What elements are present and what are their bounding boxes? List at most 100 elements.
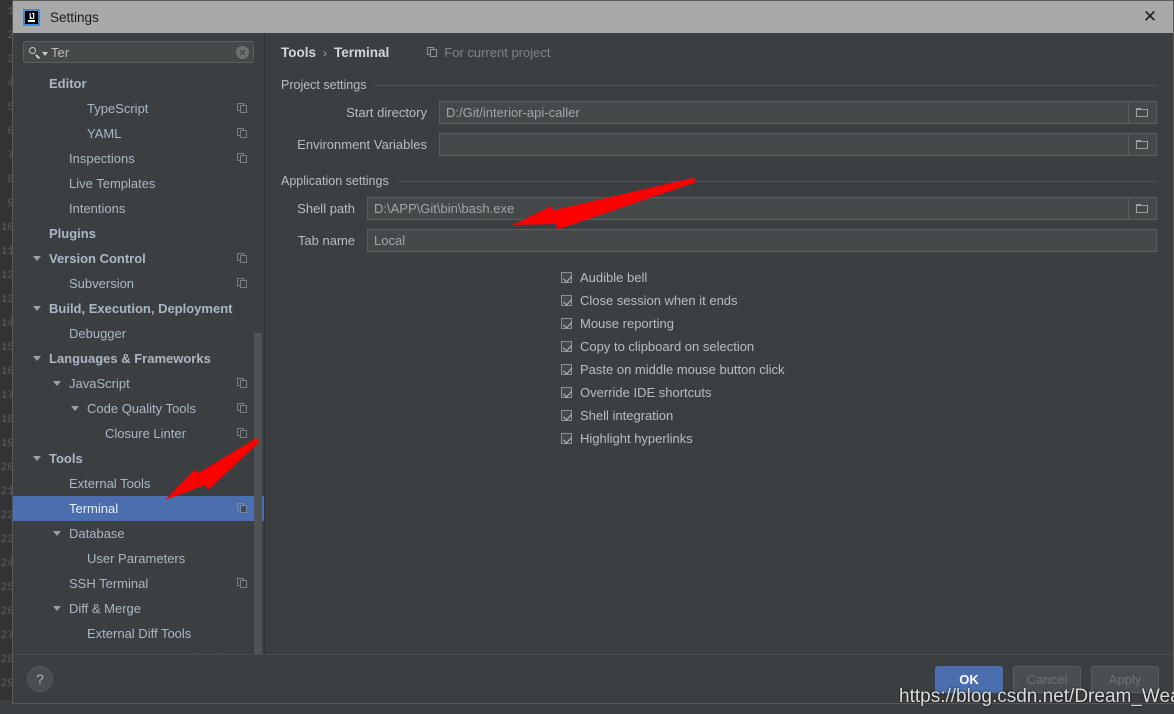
tree-item-yaml[interactable]: YAML — [13, 121, 264, 146]
checkbox-row[interactable]: Override IDE shortcuts — [265, 381, 1173, 404]
checkbox-label: Shell integration — [580, 408, 673, 423]
tree-item-label: Closure Linter — [105, 426, 186, 441]
checkbox-row[interactable]: Close session when it ends — [265, 289, 1173, 312]
checkbox-row[interactable]: Copy to clipboard on selection — [265, 335, 1173, 358]
environment-variables-label: Environment Variables — [281, 137, 427, 152]
section-application-settings-label: Application settings — [281, 174, 389, 188]
tree-item-plugins[interactable]: Plugins — [13, 221, 264, 246]
folder-icon — [1136, 108, 1149, 118]
copy-settings-icon[interactable] — [237, 253, 248, 264]
start-directory-browse-button[interactable] — [1129, 101, 1157, 124]
checkbox-copy-to-clipboard-on-selection[interactable] — [561, 341, 572, 352]
help-button[interactable]: ? — [27, 666, 53, 692]
checkbox-paste-on-middle-mouse-button-click[interactable] — [561, 364, 572, 375]
search-input[interactable] — [51, 45, 236, 60]
checkbox-row[interactable]: Highlight hyperlinks — [265, 427, 1173, 450]
chevron-down-icon[interactable] — [53, 531, 61, 536]
breadcrumb-separator: › — [323, 46, 327, 60]
shell-path-browse-button[interactable] — [1129, 197, 1157, 220]
environment-variables-browse-button[interactable] — [1129, 133, 1157, 156]
tree-item-build-execution-deployment[interactable]: Build, Execution, Deployment — [13, 296, 264, 321]
settings-tree-pane: EditorTypeScript YAML InspectionsLive Temp… — [13, 33, 265, 654]
section-application-settings: Application settings — [281, 174, 1157, 188]
tab-name-input[interactable]: Local — [367, 229, 1157, 252]
section-divider — [375, 85, 1157, 86]
breadcrumb-root[interactable]: Tools — [281, 45, 316, 60]
chevron-down-icon[interactable] — [71, 406, 79, 411]
tree-item-code-quality-tools[interactable]: Code Quality Tools — [13, 396, 264, 421]
checkbox-label: Override IDE shortcuts — [580, 385, 712, 400]
chevron-down-icon[interactable] — [33, 256, 41, 261]
tree-scrollbar[interactable] — [254, 333, 262, 654]
copy-settings-icon[interactable] — [237, 378, 248, 389]
start-directory-input[interactable]: D:/Git/interior-api-caller — [439, 101, 1129, 124]
copy-settings-icon[interactable] — [237, 128, 248, 139]
tree-item-intentions[interactable]: Intentions — [13, 196, 264, 221]
tree-item-remote-ssh-external-tools[interactable]: Remote SSH External Tools — [13, 646, 264, 654]
scope-note[interactable]: For current project — [427, 45, 550, 60]
chevron-down-icon[interactable] — [53, 381, 61, 386]
checkbox-row[interactable]: Mouse reporting — [265, 312, 1173, 335]
checkbox-close-session-when-it-ends[interactable] — [561, 295, 572, 306]
section-project-settings-label: Project settings — [281, 78, 366, 92]
tree-item-label: Database — [69, 526, 125, 541]
chevron-down-icon[interactable] — [53, 606, 61, 611]
copy-settings-icon[interactable] — [237, 403, 248, 414]
tree-item-external-diff-tools[interactable]: External Diff Tools — [13, 621, 264, 646]
tree-item-diff-merge[interactable]: Diff & Merge — [13, 596, 264, 621]
shell-path-row: Shell path D:\APP\Git\bin\bash.exe — [281, 197, 1157, 220]
checkbox-mouse-reporting[interactable] — [561, 318, 572, 329]
copy-settings-icon[interactable] — [237, 503, 248, 514]
checkbox-override-ide-shortcuts[interactable] — [561, 387, 572, 398]
copy-settings-icon[interactable] — [237, 153, 248, 164]
folder-icon — [1136, 204, 1149, 214]
shell-path-input[interactable]: D:\APP\Git\bin\bash.exe — [367, 197, 1129, 220]
tree-item-label: User Parameters — [87, 551, 185, 566]
tree-item-external-tools[interactable]: External Tools — [13, 471, 264, 496]
chevron-down-icon[interactable] — [33, 456, 41, 461]
tree-item-subversion[interactable]: Subversion — [13, 271, 264, 296]
copy-settings-icon[interactable] — [237, 428, 248, 439]
tree-item-languages-frameworks[interactable]: Languages & Frameworks — [13, 346, 264, 371]
tree-item-label: YAML — [87, 126, 121, 141]
search-box[interactable] — [23, 41, 254, 63]
tree-item-version-control[interactable]: Version Control — [13, 246, 264, 271]
clear-circle-icon[interactable] — [236, 46, 249, 59]
tree-item-ssh-terminal[interactable]: SSH Terminal — [13, 571, 264, 596]
copy-settings-icon — [427, 47, 438, 58]
tree-item-javascript[interactable]: JavaScript — [13, 371, 264, 396]
tree-item-editor[interactable]: Editor — [13, 71, 264, 96]
checkbox-row[interactable]: Audible bell — [265, 266, 1173, 289]
tree-item-database[interactable]: Database — [13, 521, 264, 546]
tree-item-closure-linter[interactable]: Closure Linter — [13, 421, 264, 446]
chevron-down-icon[interactable] — [33, 306, 41, 311]
settings-tree[interactable]: EditorTypeScript YAML InspectionsLive Temp… — [13, 71, 264, 654]
tree-item-label: Languages & Frameworks — [49, 351, 211, 366]
tree-item-label: JavaScript — [69, 376, 130, 391]
copy-settings-icon[interactable] — [237, 278, 248, 289]
checkbox-highlight-hyperlinks[interactable] — [561, 433, 572, 444]
checkbox-row[interactable]: Shell integration — [265, 404, 1173, 427]
breadcrumb: Tools › Terminal For current project — [265, 33, 1173, 60]
checkbox-audible-bell[interactable] — [561, 272, 572, 283]
tree-item-user-parameters[interactable]: User Parameters — [13, 546, 264, 571]
checkbox-shell-integration[interactable] — [561, 410, 572, 421]
tree-item-live-templates[interactable]: Live Templates — [13, 171, 264, 196]
tree-item-inspections[interactable]: Inspections — [13, 146, 264, 171]
tree-item-tools[interactable]: Tools — [13, 446, 264, 471]
tree-item-label: External Tools — [69, 476, 150, 491]
dialog-body: EditorTypeScript YAML InspectionsLive Temp… — [13, 33, 1173, 703]
copy-settings-icon[interactable] — [237, 103, 248, 114]
chevron-down-icon[interactable] — [33, 356, 41, 361]
tree-item-terminal[interactable]: Terminal — [13, 496, 264, 521]
checkbox-label: Mouse reporting — [580, 316, 674, 331]
start-directory-label: Start directory — [281, 105, 427, 120]
caret-down-icon[interactable] — [42, 52, 48, 56]
tree-item-debugger[interactable]: Debugger — [13, 321, 264, 346]
tree-item-typescript[interactable]: TypeScript — [13, 96, 264, 121]
copy-settings-icon[interactable] — [237, 578, 248, 589]
checkbox-label: Copy to clipboard on selection — [580, 339, 754, 354]
close-icon[interactable]: ✕ — [1127, 1, 1173, 33]
environment-variables-input[interactable] — [439, 133, 1129, 156]
checkbox-row[interactable]: Paste on middle mouse button click — [265, 358, 1173, 381]
